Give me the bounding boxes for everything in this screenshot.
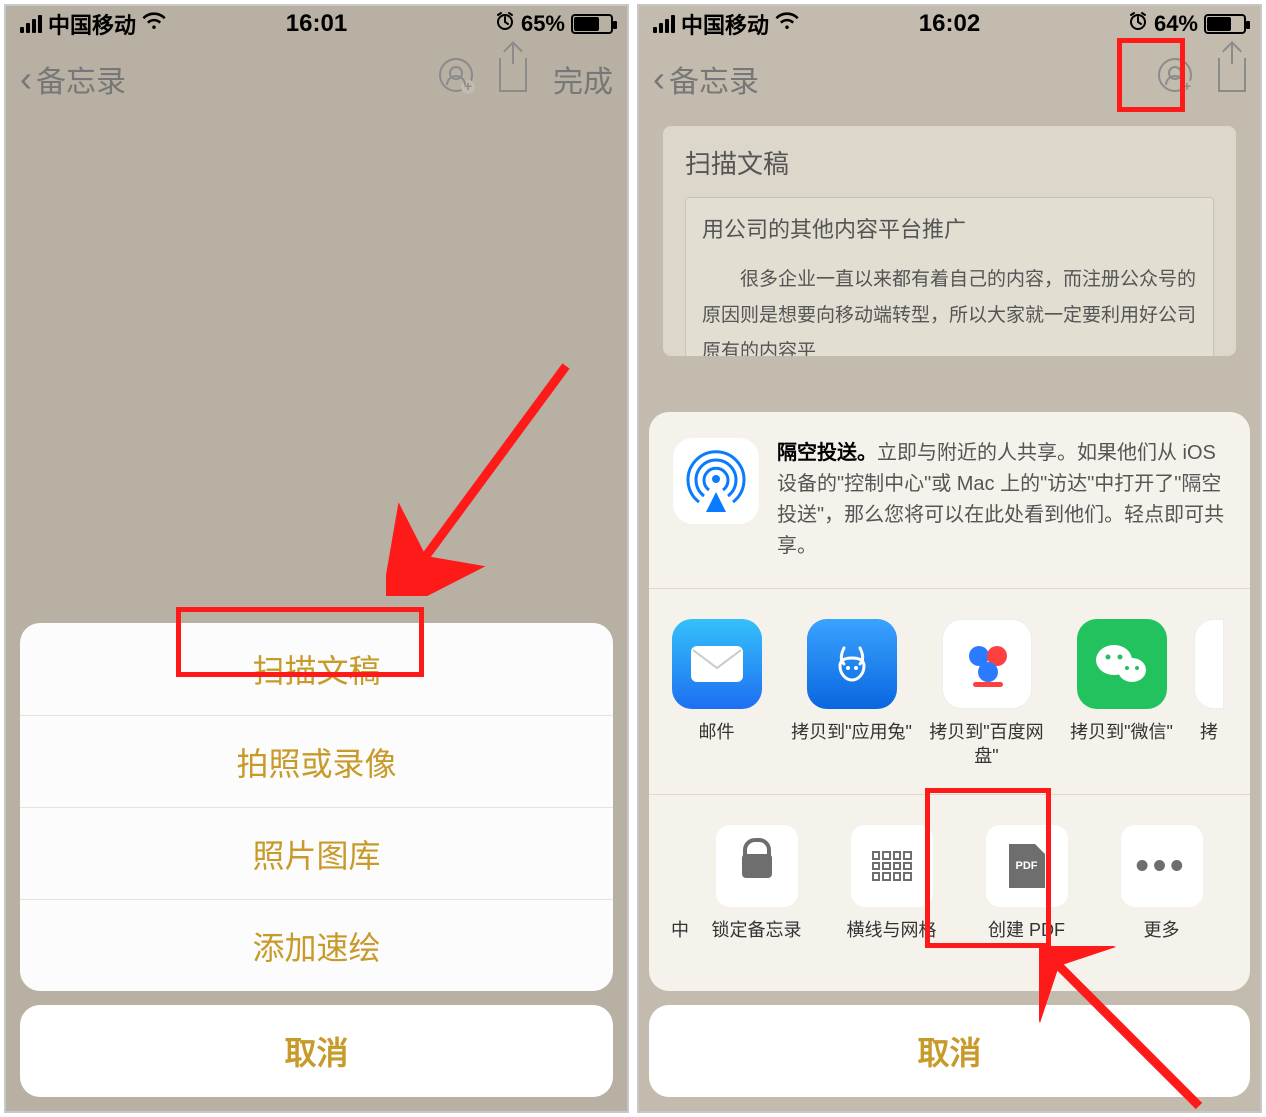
battery-percent: 64% bbox=[1154, 11, 1198, 37]
share-actions-row[interactable]: 中 锁定备忘录 横线与网格 PDF 创建 PDF • bbox=[649, 795, 1250, 991]
back-label: 备忘录 bbox=[36, 57, 126, 101]
action-label: 创建 PDF bbox=[988, 919, 1065, 965]
person-plus-icon: + bbox=[439, 58, 473, 92]
action-sheet-list: 扫描文稿 拍照或录像 照片图库 添加速绘 bbox=[20, 623, 613, 991]
signal-icon bbox=[20, 15, 42, 33]
sheet-scan-documents[interactable]: 扫描文稿 bbox=[20, 623, 613, 715]
app-label: 拷贝到"百度网盘" bbox=[919, 721, 1054, 768]
pdf-icon: PDF bbox=[986, 825, 1068, 907]
airdrop-description: 隔空投送。立即与附近的人共享。如果他们从 iOS 设备的"控制中心"或 Mac … bbox=[777, 438, 1226, 562]
more-icon: ••• bbox=[1121, 825, 1203, 907]
lock-icon bbox=[716, 825, 798, 907]
back-button[interactable]: ‹ 备忘录 bbox=[20, 57, 126, 101]
app-label: 邮件 bbox=[699, 721, 735, 767]
share-panel: 隔空投送。立即与附近的人共享。如果他们从 iOS 设备的"控制中心"或 Mac … bbox=[649, 412, 1250, 991]
battery-percent: 65% bbox=[521, 11, 565, 37]
nav-bar: ‹ 备忘录 + bbox=[639, 44, 1260, 114]
share-icon bbox=[1218, 58, 1246, 92]
clock-label: 16:02 bbox=[919, 10, 980, 38]
phone-right: 中国移动 16:02 64% ‹ 备忘录 + bbox=[637, 4, 1262, 1113]
share-sheet: 隔空投送。立即与附近的人共享。如果他们从 iOS 设备的"控制中心"或 Mac … bbox=[649, 412, 1250, 1097]
wechat-icon bbox=[1077, 619, 1167, 709]
add-person-button[interactable]: + bbox=[439, 58, 473, 100]
share-button[interactable] bbox=[1218, 58, 1246, 100]
action-label: 中 bbox=[671, 919, 689, 965]
share-button[interactable] bbox=[499, 58, 527, 100]
battery-icon bbox=[1204, 14, 1246, 34]
baidu-pan-icon bbox=[942, 619, 1032, 709]
note-scan-card: 扫描文稿 用公司的其他内容平台推广 很多企业一直以来都有着自己的内容，而注册公众… bbox=[663, 126, 1236, 356]
action-more[interactable]: ••• 更多 bbox=[1094, 825, 1229, 965]
grid-icon bbox=[851, 825, 933, 907]
app-label: 拷贝到"应用兔" bbox=[791, 721, 912, 767]
scanned-page: 用公司的其他内容平台推广 很多企业一直以来都有着自己的内容，而注册公众号的原因则… bbox=[685, 197, 1214, 356]
action-lines-grid[interactable]: 横线与网格 bbox=[824, 825, 959, 965]
signal-icon bbox=[653, 15, 675, 33]
back-label: 备忘录 bbox=[669, 57, 759, 101]
action-label: 更多 bbox=[1144, 919, 1180, 965]
share-app-yingyongtu[interactable]: 拷贝到"应用兔" bbox=[784, 619, 919, 768]
screenshot-pair: 中国移动 16:01 65% ‹ 备忘录 + bbox=[0, 0, 1266, 1117]
done-button[interactable]: 完成 bbox=[553, 57, 613, 101]
action-leading-partial: 中 bbox=[649, 825, 689, 965]
partial-icon bbox=[1194, 619, 1224, 709]
sheet-photo-library[interactable]: 照片图库 bbox=[20, 807, 613, 899]
rabbit-icon bbox=[807, 619, 897, 709]
action-create-pdf[interactable]: PDF 创建 PDF bbox=[959, 825, 1094, 965]
action-lock-note[interactable]: 锁定备忘录 bbox=[689, 825, 824, 965]
sheet-take-photo[interactable]: 拍照或录像 bbox=[20, 715, 613, 807]
status-bar: 中国移动 16:01 65% bbox=[6, 6, 627, 42]
scan-title: 扫描文稿 bbox=[685, 144, 1214, 181]
app-label: 拷贝到"微信" bbox=[1070, 721, 1173, 767]
carrier-label: 中国移动 bbox=[681, 8, 769, 40]
scan-heading: 用公司的其他内容平台推广 bbox=[702, 212, 1197, 244]
share-app-mail[interactable]: 邮件 bbox=[649, 619, 784, 768]
cancel-button[interactable]: 取消 bbox=[649, 1005, 1250, 1097]
airdrop-icon bbox=[673, 438, 759, 524]
alarm-icon bbox=[1128, 11, 1148, 37]
battery-icon bbox=[571, 14, 613, 34]
status-bar: 中国移动 16:02 64% bbox=[639, 6, 1260, 42]
phone-left: 中国移动 16:01 65% ‹ 备忘录 + bbox=[4, 4, 629, 1113]
add-person-button[interactable]: + bbox=[1158, 58, 1192, 100]
airdrop-section[interactable]: 隔空投送。立即与附近的人共享。如果他们从 iOS 设备的"控制中心"或 Mac … bbox=[649, 412, 1250, 588]
airdrop-title: 隔空投送。 bbox=[777, 442, 877, 464]
share-app-more-partial[interactable]: 拷 bbox=[1189, 619, 1229, 768]
sheet-add-sketch[interactable]: 添加速绘 bbox=[20, 899, 613, 991]
nav-bar: ‹ 备忘录 + 完成 bbox=[6, 44, 627, 114]
chevron-left-icon: ‹ bbox=[20, 58, 32, 100]
action-sheet: 扫描文稿 拍照或录像 照片图库 添加速绘 取消 bbox=[20, 623, 613, 1097]
person-plus-icon: + bbox=[1158, 58, 1192, 92]
share-apps-row[interactable]: 邮件 拷贝到"应用兔" 拷贝到"百度网盘" bbox=[649, 589, 1250, 794]
chevron-left-icon: ‹ bbox=[653, 58, 665, 100]
carrier-label: 中国移动 bbox=[48, 8, 136, 40]
back-button[interactable]: ‹ 备忘录 bbox=[653, 57, 759, 101]
wifi-icon bbox=[775, 12, 799, 36]
mail-icon bbox=[672, 619, 762, 709]
app-label: 拷 bbox=[1200, 721, 1218, 767]
alarm-icon bbox=[495, 11, 515, 37]
share-icon bbox=[499, 58, 527, 92]
scan-body: 很多企业一直以来都有着自己的内容，而注册公众号的原因则是想要向移动端转型，所以大… bbox=[702, 262, 1197, 356]
action-label: 锁定备忘录 bbox=[712, 919, 802, 965]
action-label: 横线与网格 bbox=[847, 919, 937, 965]
share-app-wechat[interactable]: 拷贝到"微信" bbox=[1054, 619, 1189, 768]
cancel-button[interactable]: 取消 bbox=[20, 1005, 613, 1097]
clock-label: 16:01 bbox=[286, 10, 347, 38]
share-app-baidu-pan[interactable]: 拷贝到"百度网盘" bbox=[919, 619, 1054, 768]
wifi-icon bbox=[142, 12, 166, 36]
